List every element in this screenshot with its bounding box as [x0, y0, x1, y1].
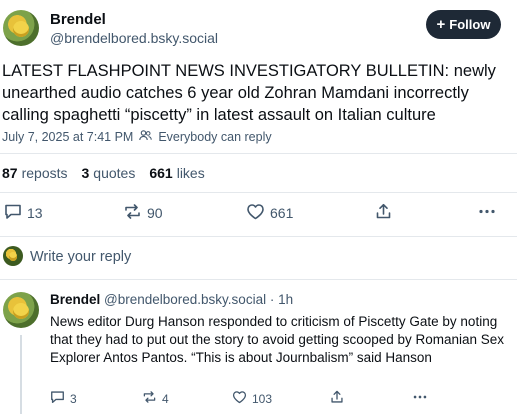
divider: [0, 236, 517, 237]
author-avatar[interactable]: [3, 10, 39, 46]
reply-author-name[interactable]: Brendel: [50, 292, 100, 307]
like-icon: [232, 390, 247, 407]
reply-reply-button[interactable]: 3: [50, 390, 77, 407]
repost-icon: [123, 203, 142, 223]
share-button[interactable]: [375, 203, 392, 223]
reply-author-handle[interactable]: @brendelbored.bsky.social: [104, 292, 266, 307]
post-meta: July 7, 2025 at 7:41 PM Everybody can re…: [2, 130, 272, 144]
share-icon: [330, 390, 344, 407]
like-icon: [246, 203, 265, 223]
reply-icon: [50, 390, 65, 407]
divider: [0, 192, 517, 193]
reply-reply-count: 3: [70, 391, 77, 406]
more-icon: [478, 203, 496, 223]
quotes-count[interactable]: 3 quotes: [82, 165, 136, 181]
reply-separator: ·: [269, 292, 275, 307]
divider: [0, 279, 517, 280]
repost-count: 90: [147, 205, 163, 221]
reply-author-avatar[interactable]: [3, 292, 39, 328]
reply-count: 13: [27, 205, 43, 221]
like-count: 661: [270, 205, 294, 221]
reply-like-button[interactable]: 103: [232, 390, 272, 407]
more-icon: [412, 390, 428, 407]
reply-permission: Everybody can reply: [158, 130, 272, 144]
composer-avatar: [3, 246, 23, 266]
reply-header: Brendel @brendelbored.bsky.social · 1h: [50, 292, 293, 307]
reply-repost-button[interactable]: 4: [142, 390, 169, 407]
engagement-counts: 87 reposts 3 quotes 661 likes: [2, 165, 205, 181]
reply-like-count: 103: [252, 391, 273, 406]
reply-composer-input[interactable]: Write your reply: [30, 249, 131, 265]
reply-more-options-button[interactable]: [412, 390, 428, 407]
post-text: LATEST FLASHPOINT NEWS INVESTIGATORY BUL…: [2, 62, 496, 124]
author-handle[interactable]: @brendelbored.bsky.social: [50, 30, 218, 46]
reposts-count[interactable]: 87 reposts: [2, 165, 68, 181]
reply-share-button[interactable]: [330, 390, 344, 407]
more-options-button[interactable]: [478, 203, 496, 223]
divider: [0, 153, 517, 154]
reply-button[interactable]: 13: [4, 203, 43, 223]
likes-count[interactable]: 661 likes: [149, 165, 204, 181]
people-icon: [139, 130, 153, 144]
reply-repost-count: 4: [162, 391, 169, 406]
thread-line: [20, 335, 22, 414]
post-timestamp[interactable]: July 7, 2025 at 7:41 PM: [2, 130, 133, 144]
plus-icon: +: [436, 16, 446, 33]
repost-icon: [142, 390, 157, 407]
like-button[interactable]: 661: [246, 203, 293, 223]
share-icon: [375, 203, 392, 223]
repost-button[interactable]: 90: [123, 203, 163, 223]
author-name[interactable]: Brendel: [50, 11, 106, 28]
reply-age[interactable]: 1h: [278, 292, 293, 307]
reply-icon: [4, 203, 22, 223]
reply-text: News editor Durg Hanson responded to cri…: [50, 314, 505, 365]
follow-button[interactable]: + Follow: [426, 10, 501, 39]
follow-button-label: Follow: [449, 17, 491, 32]
